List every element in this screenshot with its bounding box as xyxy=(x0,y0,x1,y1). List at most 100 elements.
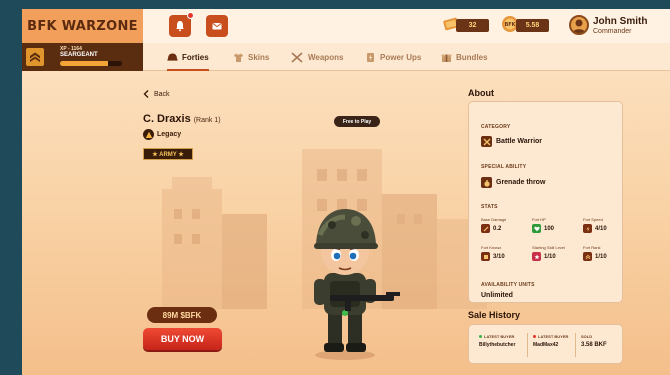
book-icon xyxy=(481,252,490,261)
army-badge: ★ ARMY ★ xyxy=(143,148,193,160)
legacy-tier: Legacy xyxy=(143,129,181,140)
character-rank: (Rank 1) xyxy=(193,117,221,124)
currency-b-balance: 5.58 xyxy=(516,19,549,32)
notifications-button[interactable] xyxy=(169,12,194,37)
xp-progress-fill xyxy=(60,61,109,66)
previous-buyer-label: LATEST BUYER xyxy=(538,334,569,339)
user-role: Commander xyxy=(593,28,632,35)
category-row: Battle Warrior xyxy=(481,136,542,147)
stat-label: Fort HP xyxy=(532,217,546,222)
grenade-icon xyxy=(481,177,492,188)
chevron-left-icon xyxy=(143,90,149,98)
buy-now-button[interactable]: BUY NOW xyxy=(143,328,222,350)
stat-value: 1/10 xyxy=(544,253,556,260)
logo[interactable]: BFK WARZONE xyxy=(22,9,143,43)
stat-value: 1/10 xyxy=(595,253,607,260)
logo-text: BFK WARZONE xyxy=(27,18,138,34)
legacy-icon xyxy=(143,129,154,140)
stat-label: Fort Speed xyxy=(583,217,603,222)
back-link[interactable]: Back xyxy=(143,90,170,98)
latest-buyer-column: LATEST BUYER Billythebutcher xyxy=(479,334,515,348)
user-avatar-icon xyxy=(572,19,586,33)
weapons-icon xyxy=(291,51,303,63)
currency-a-balance: 32 xyxy=(456,19,489,32)
damage-icon xyxy=(481,224,490,233)
svg-text:BFK: BFK xyxy=(504,22,516,28)
stat-value: 3/10 xyxy=(493,253,505,260)
sergeant-chevron-icon xyxy=(26,48,44,66)
stat-label: Starting Skill Level xyxy=(532,245,565,250)
stat-fort-knowz: Fort Knowz 3/10 xyxy=(481,245,527,261)
notification-dot xyxy=(187,12,194,19)
battle-warrior-icon xyxy=(481,136,492,147)
latest-buyer-value: Billythebutcher xyxy=(479,342,516,348)
star-icon xyxy=(532,252,541,261)
divider xyxy=(575,333,576,357)
character-name: C. Draxis (Rank 1) xyxy=(143,113,221,125)
free-to-play-badge: Free to Play xyxy=(334,116,380,127)
character-name-text: C. Draxis xyxy=(143,113,191,125)
status-dot xyxy=(533,335,536,338)
top-header: BFK WARZONE 32 BFK 5.58 John Smith Comma… xyxy=(22,9,670,43)
rank-icon xyxy=(583,252,592,261)
stat-starting-skill-level: Starting Skill Level 1/10 xyxy=(532,245,578,261)
sold-value: 3.58 BKF xyxy=(581,342,607,348)
latest-buyer-label: LATEST BUYER xyxy=(484,334,515,339)
previous-buyer-column: LATEST BUYER MadMax42 xyxy=(533,334,568,348)
stats-label: STATS xyxy=(481,204,498,210)
app-window: BFK WARZONE 32 BFK 5.58 John Smith Comma… xyxy=(22,9,670,375)
category-tabs: Forties Skins Weapons Power Ups Bundles xyxy=(143,43,670,71)
previous-buyer-value: MadMax42 xyxy=(533,342,559,348)
divider xyxy=(527,333,528,357)
tab-power-ups[interactable]: Power Ups xyxy=(365,43,421,71)
sale-history-card: LATEST BUYER Billythebutcher LATEST BUYE… xyxy=(468,324,623,364)
tab-forties-label: Forties xyxy=(182,52,209,62)
tab-skins-label: Skins xyxy=(248,52,270,62)
skins-icon xyxy=(234,53,243,62)
user-name[interactable]: John Smith xyxy=(593,16,647,27)
rank-title: SEARGEANT xyxy=(60,52,98,58)
tab-forties[interactable]: Forties xyxy=(167,43,209,71)
avatar[interactable] xyxy=(569,15,589,35)
stat-label: Fort Rank xyxy=(583,245,601,250)
bundles-icon xyxy=(441,54,452,62)
power-ups-icon xyxy=(367,52,374,62)
lightning-icon xyxy=(583,224,592,233)
stat-fort-speed: Fort Speed 4/10 xyxy=(583,217,629,233)
tab-weapons-label: Weapons xyxy=(308,52,344,62)
messages-button[interactable] xyxy=(206,15,228,37)
status-dot xyxy=(479,335,482,338)
stat-label: Base Damage xyxy=(481,217,507,222)
tab-weapons[interactable]: Weapons xyxy=(291,43,343,71)
ability-value: Grenade throw xyxy=(496,179,546,186)
tab-bundles-label: Bundles xyxy=(456,52,488,62)
stat-value: 0.2 xyxy=(493,225,502,232)
category-value: Battle Warrior xyxy=(496,138,543,145)
tab-power-ups-label: Power Ups xyxy=(380,52,422,62)
about-card: CATEGORY Battle Warrior SPECIAL ABILITY … xyxy=(468,101,623,303)
about-heading: About xyxy=(468,88,494,98)
sold-column: SOLD 3.58 BKF xyxy=(581,334,607,348)
tab-skins[interactable]: Skins xyxy=(233,43,269,71)
sale-history-heading: Sale History xyxy=(468,310,521,320)
mail-icon xyxy=(212,23,222,30)
bell-icon xyxy=(176,21,184,32)
legacy-label: Legacy xyxy=(157,131,182,138)
price-tag: 89M $BFK xyxy=(147,307,217,323)
stat-label: Fort Knowz xyxy=(481,245,502,250)
ability-row: Grenade throw xyxy=(481,177,545,188)
tab-bundles[interactable]: Bundles xyxy=(441,43,488,71)
stat-base-damage: Base Damage 0.2 xyxy=(481,217,527,233)
category-label: CATEGORY xyxy=(481,124,511,130)
heart-icon xyxy=(532,224,541,233)
sold-label: SOLD xyxy=(581,334,593,339)
helmet-icon xyxy=(167,53,178,61)
back-label: Back xyxy=(154,90,170,98)
availability-label: AVAILABILITY UNITS xyxy=(481,282,535,288)
xp-progress-bar xyxy=(60,61,122,66)
stat-fort-rank: Fort Rank 1/10 xyxy=(583,245,629,261)
availability-value: Unlimited xyxy=(481,292,513,299)
stat-fort-hp: Fort HP 100 xyxy=(532,217,578,233)
stat-value: 4/10 xyxy=(595,225,607,232)
stat-value: 100 xyxy=(544,225,555,232)
